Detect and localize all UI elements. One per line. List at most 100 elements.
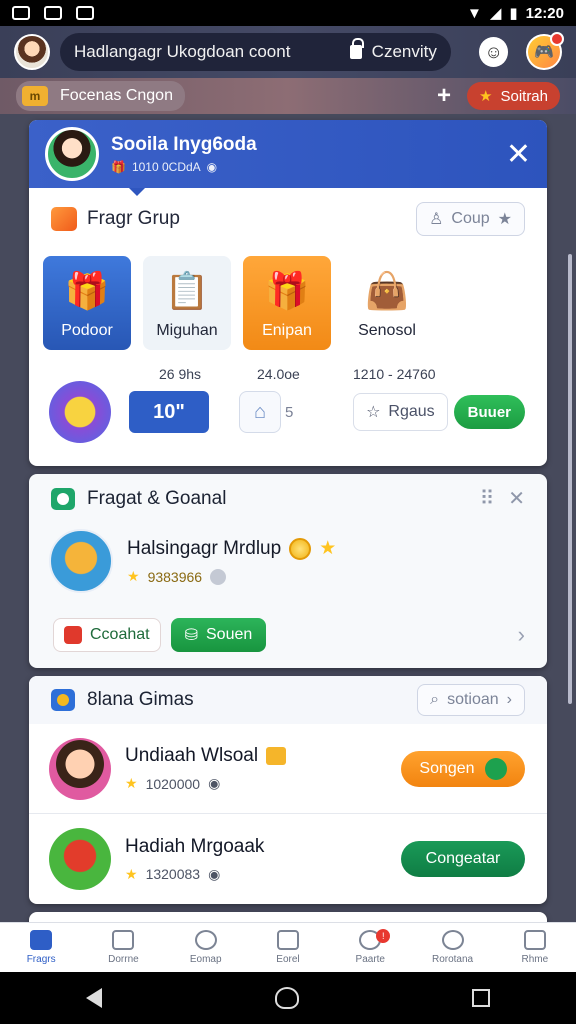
close-icon[interactable]: ✕	[508, 486, 525, 511]
nav-dorrne[interactable]: Dorrne	[82, 923, 164, 972]
search-pill-button[interactable]: ★ Soitrah	[467, 82, 560, 110]
info-icon: ◉	[208, 865, 221, 882]
nav-label: Eorel	[276, 954, 300, 965]
chevron-right-icon: ›	[506, 691, 512, 708]
tile-miguhan[interactable]: 📋 Miguhan	[143, 256, 231, 350]
notification-icon	[12, 6, 30, 20]
star-icon: ★	[319, 538, 337, 559]
nav-home[interactable]: Fragrs	[0, 923, 82, 972]
songen-button[interactable]: Songen	[401, 750, 525, 787]
notification-badge: !	[376, 929, 391, 943]
message-icon	[44, 6, 62, 20]
person-icon: ♙	[429, 211, 444, 228]
star-icon: ★	[479, 88, 493, 105]
tile-senosol[interactable]: 👜 Senosol	[343, 256, 431, 350]
nav-paarte[interactable]: ! Paarte	[329, 923, 411, 972]
back-icon[interactable]	[86, 988, 103, 1008]
nav-eorel[interactable]: Eorel	[247, 923, 329, 972]
close-icon[interactable]: ✕	[506, 137, 531, 172]
friend-row[interactable]: Halsingagr Mrdlup ★ ★ 9383966	[29, 523, 547, 599]
plus-icon[interactable]: +	[437, 82, 451, 110]
rgaus-label: Rgaus	[388, 403, 435, 420]
person-avatar	[49, 828, 111, 890]
count-button[interactable]: 10"	[129, 391, 209, 433]
songen-label: Songen	[419, 759, 475, 777]
scrollbar[interactable]	[568, 254, 572, 704]
gifts-search-button[interactable]: ⌕ sotioan ›	[417, 684, 525, 716]
gifts-search-label: sotioan	[447, 691, 499, 708]
info-icon: ◉	[208, 775, 221, 791]
profile-avatar[interactable]	[45, 127, 99, 181]
profile-header: Sooila Inyg6oda 🎁 1010 0CDdA ◉ ✕	[29, 120, 547, 196]
profile-name: Sooila Inyg6oda	[111, 134, 257, 155]
gift-icon: 🎁	[64, 270, 110, 311]
gift-box-icon: 🎁	[264, 270, 310, 311]
card-icon	[112, 930, 135, 950]
gift-icon	[266, 747, 287, 765]
calendar-icon	[276, 930, 299, 950]
home-icon	[30, 930, 53, 950]
gauge-icon	[441, 930, 464, 950]
buuer-button[interactable]: Buuer	[453, 395, 525, 429]
gifts-title: 8lana Gimas	[87, 689, 194, 710]
tile-enipan[interactable]: 🎁 Enipan	[243, 256, 331, 350]
system-nav-bar	[0, 972, 576, 1024]
chevron-right-icon[interactable]: ›	[518, 622, 525, 648]
bag-icon[interactable]: ⌂	[239, 391, 281, 433]
bag-count: 5	[285, 403, 294, 421]
nav-label: Fragrs	[26, 954, 56, 965]
bag-icon: 👜	[364, 270, 410, 311]
person-points-row: ★ 1320083 ◉	[125, 866, 264, 883]
tile-label: Senosol	[358, 322, 416, 339]
signal-icon: ◢	[489, 5, 502, 22]
focus-pill[interactable]: m Focenas Cngon	[16, 81, 185, 111]
more-icon[interactable]: ⠿	[480, 486, 495, 511]
nav-label: Rhme	[521, 954, 549, 965]
app-shortcut-icon[interactable]: 🎮	[526, 32, 564, 70]
friends-header: Fragat & Goanal ⠿ ✕	[29, 474, 547, 523]
profile-sub: 🎁 1010 0CDdA ◉	[111, 160, 257, 174]
focus-pill-label: Focenas Cngon	[60, 87, 173, 104]
nav-eomap[interactable]: Eomap	[165, 923, 247, 972]
rgaus-button[interactable]: ☆ Rgaus	[353, 393, 448, 431]
gifts-card: 8lana Gimas ⌕ sotioan › Undiaah Wlsoal ★…	[29, 676, 547, 904]
nav-rorotana[interactable]: Rorotana	[411, 923, 493, 972]
tile-podoor[interactable]: 🎁 Podoor	[43, 256, 131, 350]
star-outline-icon: ☆	[366, 404, 381, 421]
status-time: 12:20	[525, 4, 564, 22]
star-icon: ★	[125, 775, 138, 791]
star-icon: ★	[125, 865, 138, 882]
search-icon: ⌕	[430, 691, 440, 708]
search-bar[interactable]: Hadlangagr Ukogdoan coont Czenvity	[60, 33, 451, 71]
profile-group-card: Sooila Inyg6oda 🎁 1010 0CDdA ◉ ✕ Fragr G…	[29, 120, 547, 466]
souen-button[interactable]: ⛁ Souen	[170, 618, 267, 652]
chat-icon	[64, 626, 82, 644]
tile-label: Miguhan	[156, 322, 218, 339]
box-icon	[51, 207, 77, 231]
wifi-icon: ▼	[466, 4, 482, 22]
trophy-badge-icon[interactable]	[49, 381, 111, 443]
list-item[interactable]: Undiaah Wlsoal ★ 1020000 ◉ Songen	[29, 724, 547, 814]
group-button[interactable]: ♙ Coup ★	[416, 202, 525, 236]
chat-button[interactable]: Ccoahat	[53, 618, 161, 652]
profile-sub-text: 1010 0CDdA	[131, 160, 201, 174]
star-icon: ★	[497, 211, 512, 228]
mascot-avatar	[49, 529, 113, 593]
smile-icon[interactable]: ☺	[478, 37, 509, 67]
compass-icon	[194, 930, 217, 950]
congeatar-button[interactable]: Congeatar	[401, 841, 525, 877]
person-name-row: Hadiah Mrgoaak	[125, 836, 264, 858]
content-area: Sooila Inyg6oda 🎁 1010 0CDdA ◉ ✕ Fragr G…	[0, 114, 576, 922]
user-avatar[interactable]	[14, 34, 50, 70]
home-button-icon[interactable]	[274, 987, 299, 1009]
group-title-row: Fragr Grup ♙ Coup ★	[29, 188, 547, 250]
friends-title: Fragat & Goanal	[87, 487, 227, 509]
bag-icon	[484, 757, 507, 780]
nav-label: Eomap	[189, 954, 222, 965]
list-item[interactable]: Hadiah Mrgoaak ★ 1320083 ◉ Congeatar	[29, 814, 547, 904]
nav-rhme[interactable]: Rhme	[494, 923, 576, 972]
red-pill-label: Soitrah	[500, 87, 548, 105]
friend-name: Halsingagr Mrdlup	[127, 537, 282, 559]
recents-icon[interactable]	[471, 989, 490, 1007]
coin-icon	[289, 537, 312, 560]
